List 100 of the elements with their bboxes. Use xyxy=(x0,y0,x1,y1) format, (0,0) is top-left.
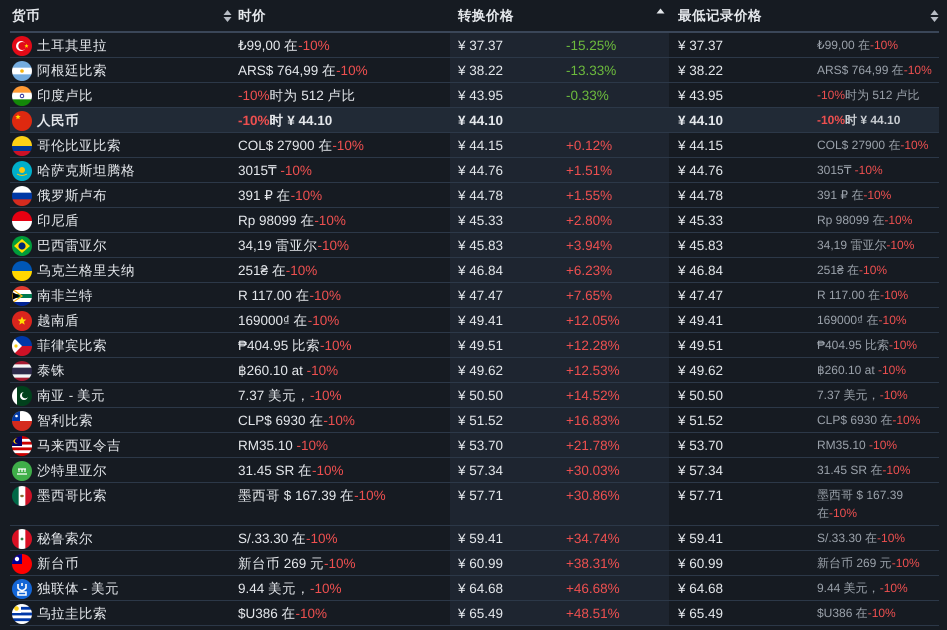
converted-price-cell: ¥ 59.41 xyxy=(450,526,566,550)
lowest-price: ¥ 64.68 xyxy=(678,581,724,596)
lowest-price-note: Rp 98099 在-10% xyxy=(817,212,914,229)
lowest-price: ¥ 51.52 xyxy=(678,413,724,428)
converted-price-cell: ¥ 49.41 xyxy=(450,308,566,332)
change-percent: +2.80% xyxy=(566,212,612,230)
currency-name: 独联体 - 美元 xyxy=(37,581,119,596)
sort-icon[interactable] xyxy=(223,8,232,22)
currency-name: 乌克兰格里夫纳 xyxy=(37,263,135,278)
change-percent: -0.33% xyxy=(566,87,609,105)
price-text: 新台币 269 元-10% xyxy=(238,556,356,571)
converted-price-cell: ¥ 57.71 xyxy=(450,483,566,525)
flag-icon xyxy=(12,186,32,206)
price-text: CLP$ 6930 在-10% xyxy=(238,413,355,428)
currency-name: 印尼盾 xyxy=(37,213,79,228)
lowest-price: ¥ 49.51 xyxy=(678,338,724,353)
change-percent: -15.25% xyxy=(566,37,616,55)
price-text: 墨西哥 $ 167.39 在-10% xyxy=(238,488,386,503)
price-text: 9.44 美元，-10% xyxy=(238,581,342,596)
flag-icon xyxy=(12,486,32,506)
change-percent: +16.83% xyxy=(566,412,620,430)
sort-icon[interactable] xyxy=(930,8,939,22)
currency-name: 墨西哥比索 xyxy=(37,488,107,503)
lowest-price-note: 251₴ 在-10% xyxy=(817,262,888,279)
currency-name: 沙特里亚尔 xyxy=(37,463,107,478)
currency-name: 人民币 xyxy=(37,113,79,128)
converted-price-cell: ¥ 45.33 xyxy=(450,208,566,232)
price-text: ARS$ 764,99 在-10% xyxy=(238,63,368,78)
currency-name: 印度卢比 xyxy=(37,88,93,103)
currency-name: 南非兰特 xyxy=(37,288,93,303)
lowest-price: ¥ 60.99 xyxy=(678,556,724,571)
lowest-price-note: R 117.00 在-10% xyxy=(817,287,910,304)
flag-icon xyxy=(12,60,32,80)
converted-price-cell: ¥ 45.83 xyxy=(450,233,566,257)
lowest-price: ¥ 53.70 xyxy=(678,438,724,453)
lowest-price-note: 新台币 269 元-10% xyxy=(817,555,921,572)
lowest-price-note: ₺99,00 在-10% xyxy=(817,37,900,54)
converted-price-cell: ¥ 46.84 xyxy=(450,258,566,282)
currency-name: 菲律宾比索 xyxy=(37,338,107,353)
lowest-price-note: RM35.10 -10% xyxy=(817,437,898,454)
converted-price-cell: ¥ 49.51 xyxy=(450,333,566,357)
flag-icon xyxy=(12,136,32,156)
lowest-price: ¥ 50.50 xyxy=(678,388,724,403)
flag-icon xyxy=(12,528,32,548)
lowest-price: ¥ 46.84 xyxy=(678,263,724,278)
lowest-price-note: 169000₫ 在-10% xyxy=(817,312,908,329)
flag-icon xyxy=(12,286,32,306)
lowest-price: ¥ 57.71 xyxy=(678,488,724,503)
flag-icon xyxy=(12,160,32,180)
lowest-price-note: -10%时 ¥ 44.10 xyxy=(817,112,902,129)
column-header[interactable]: 时价 xyxy=(238,6,266,24)
flag-icon xyxy=(12,236,32,256)
change-percent: +48.51% xyxy=(566,605,620,623)
column-header[interactable]: 最低记录价格 xyxy=(678,6,762,24)
lowest-price: ¥ 45.83 xyxy=(678,238,724,253)
price-text: -10%时为 512 卢比 xyxy=(238,88,356,103)
lowest-price: ¥ 49.62 xyxy=(678,363,724,378)
flag-icon xyxy=(12,260,32,280)
change-percent: +21.78% xyxy=(566,437,620,455)
price-text: 31.45 SR 在-10% xyxy=(238,463,344,478)
currency-name: 新台币 xyxy=(37,556,79,571)
currency-name: 智利比索 xyxy=(37,413,93,428)
lowest-price-note: 3015₸ -10% xyxy=(817,162,884,179)
flag-icon xyxy=(12,604,32,624)
flag-icon xyxy=(12,310,32,330)
converted-price-cell-text: ¥ 44.10 xyxy=(457,112,504,130)
change-percent: -13.33% xyxy=(566,62,616,80)
change-percent: +12.53% xyxy=(566,362,620,380)
change-percent: +38.31% xyxy=(566,555,620,573)
lowest-price-note: 墨西哥 $ 167.39 在-10% xyxy=(817,487,904,522)
flag-icon xyxy=(12,386,32,406)
change-percent: +3.94% xyxy=(566,237,612,255)
change-percent: +7.65% xyxy=(566,287,612,305)
lowest-price: ¥ 47.47 xyxy=(678,288,724,303)
column-header[interactable]: 转换价格 xyxy=(458,6,514,24)
change-percent: +46.68% xyxy=(566,580,620,598)
flag-icon xyxy=(12,460,32,480)
price-text: 169000₫ 在-10% xyxy=(238,313,340,328)
currency-name: 越南盾 xyxy=(37,313,79,328)
lowest-price-note: ฿260.10 at -10% xyxy=(817,362,908,379)
column-header[interactable]: 货币 xyxy=(12,6,40,24)
flag-icon xyxy=(12,410,32,430)
lowest-price-note: 9.44 美元，-10% xyxy=(817,580,909,597)
change-percent: +6.23% xyxy=(566,262,612,280)
sort-icon[interactable] xyxy=(656,8,665,14)
converted-price-cell: ¥ 64.68 xyxy=(450,576,566,600)
currency-name: 哥伦比亚比索 xyxy=(37,138,121,153)
lowest-price: ¥ 65.49 xyxy=(678,606,724,621)
converted-price-cell: ¥ 60.99 xyxy=(450,551,566,575)
currency-name: 阿根廷比索 xyxy=(37,63,107,78)
converted-price-cell: ¥ 38.22 xyxy=(450,58,566,82)
converted-price-cell: ¥ 53.70 xyxy=(450,433,566,457)
currency-name: 南亚 - 美元 xyxy=(37,388,105,403)
lowest-price-note: -10%时为 512 卢比 xyxy=(817,87,921,104)
change-percent: +30.03% xyxy=(566,462,620,480)
flag-icon xyxy=(12,110,32,130)
converted-price-cell: ¥ 47.47 xyxy=(450,283,566,307)
currency-name: 俄罗斯卢布 xyxy=(37,188,107,203)
price-text: Rp 98099 在-10% xyxy=(238,213,346,228)
flag-icon xyxy=(12,360,32,380)
